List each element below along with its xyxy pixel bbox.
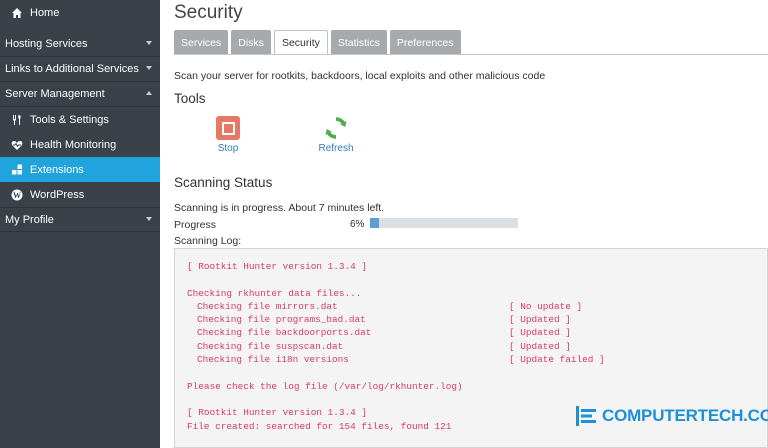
sidebar-item-health-monitoring[interactable]: Health Monitoring (0, 132, 160, 157)
log-line: Checking file backdoorports.dat [ Updated… (187, 327, 755, 340)
sidebar-item-label: Extensions (30, 163, 84, 176)
sidebar-item-label: Health Monitoring (30, 138, 117, 151)
log-line-text: [ Rootkit Hunter version 1.3.4 ] (187, 261, 368, 272)
log-line-status: [ Updated ] (509, 314, 571, 326)
log-line: [ Rootkit Hunter version 1.3.4 ] (187, 261, 755, 274)
log-line-text: Please check the log file (/var/log/rkhu… (187, 380, 463, 392)
page-title: Security (174, 2, 243, 23)
sidebar-item-label: Home (30, 6, 60, 19)
scan-status-text: Scanning is in progress. About 7 minutes… (174, 202, 385, 214)
sidebar: Home Hosting Services Links to Additiona… (0, 0, 160, 448)
tab-divider (174, 54, 768, 55)
sidebar-item-server-management[interactable]: Server Management (0, 82, 160, 107)
sidebar-item-extensions[interactable]: Extensions (0, 157, 160, 182)
chevron-down-icon (146, 66, 152, 70)
log-line-status: [ Updated ] (509, 340, 571, 352)
log-line-text: [ Rootkit Hunter version 1.3.4 ] (187, 407, 368, 419)
sidebar-item-label: Tools & Settings (30, 113, 109, 126)
tools-icon (10, 113, 24, 127)
computertech-logo-icon (576, 406, 596, 426)
progress-percent: 6% (350, 219, 365, 230)
log-line-text: File created: searched for 154 files, fo… (187, 420, 452, 432)
log-line-status: [ Updated ] (509, 327, 571, 339)
scanning-status-heading: Scanning Status (174, 175, 273, 190)
chevron-up-icon (146, 91, 152, 95)
log-line-text: Checking file suspscan.dat (197, 340, 344, 352)
log-line-text: Checking file backdoorports.dat (197, 327, 372, 339)
stop-label: Stop (217, 143, 239, 154)
svg-text:W: W (13, 191, 21, 200)
sidebar-item-my-profile[interactable]: My Profile (0, 207, 160, 232)
tab-disks[interactable]: Disks (231, 30, 271, 55)
log-line-text: Checking file i18n versions (197, 354, 349, 366)
chevron-down-icon (146, 41, 152, 45)
tab-bar: Services Disks Security Statistics Prefe… (174, 30, 464, 55)
chevron-down-icon (146, 217, 152, 221)
main-content: Security Services Disks Security Statist… (160, 0, 768, 448)
log-line: Checking file i18n versions [ Update fail… (187, 354, 755, 367)
progress-label: Progress (174, 219, 217, 231)
heart-pulse-icon (10, 138, 24, 152)
sidebar-item-wordpress[interactable]: W WordPress (0, 182, 160, 207)
sidebar-item-label: Links to Additional Services (5, 63, 139, 75)
tab-services[interactable]: Services (174, 30, 229, 55)
sidebar-item-hosting-services[interactable]: Hosting Services (0, 32, 160, 57)
sidebar-item-tools-settings[interactable]: Tools & Settings (0, 107, 160, 132)
watermark: COMPUTERTECH.COM (574, 404, 768, 428)
home-icon (10, 6, 24, 20)
tab-security[interactable]: Security (273, 30, 328, 55)
watermark-text: COMPUTERTECH.COM (602, 406, 768, 425)
sidebar-item-label: WordPress (30, 188, 85, 201)
log-line: Checking file programs_bad.dat [ Updated … (187, 314, 755, 327)
progress-bar (370, 218, 518, 228)
sidebar-item-label: Server Management (5, 88, 105, 100)
progress-fill (370, 218, 379, 228)
log-line-status: [ No update ] (509, 300, 583, 312)
wordpress-icon: W (10, 188, 24, 202)
log-line-text: Checking file mirrors.dat (197, 300, 338, 312)
sidebar-item-label: My Profile (5, 213, 54, 226)
scanning-log-label: Scanning Log: (174, 235, 242, 247)
log-line-text: Checking rkhunter data files... (187, 287, 362, 299)
refresh-button[interactable]: Refresh (306, 116, 366, 154)
tools-heading: Tools (174, 91, 206, 106)
log-line-status: [ Update failed ] (509, 354, 605, 366)
log-line: Checking rkhunter data files... (187, 288, 755, 301)
stop-button[interactable]: Stop (198, 116, 258, 154)
tab-preferences[interactable]: Preferences (389, 30, 461, 55)
sidebar-item-home[interactable]: Home (0, 0, 160, 25)
tab-statistics[interactable]: Statistics (330, 30, 387, 55)
sidebar-item-links-additional-services[interactable]: Links to Additional Services (0, 57, 160, 82)
refresh-label: Refresh (318, 143, 354, 154)
refresh-icon (324, 116, 348, 140)
log-line: Checking file suspscan.dat [ Updated ] (187, 341, 755, 354)
page-description: Scan your server for rootkits, backdoors… (174, 70, 546, 82)
puzzle-icon (10, 163, 24, 177)
log-line-text: Checking file programs_bad.dat (197, 314, 366, 326)
stop-icon (216, 116, 240, 140)
log-line: Checking file mirrors.dat [ No update ] (187, 301, 755, 314)
sidebar-item-label: Hosting Services (5, 38, 88, 50)
log-line: Please check the log file (/var/log/rkhu… (187, 381, 755, 394)
